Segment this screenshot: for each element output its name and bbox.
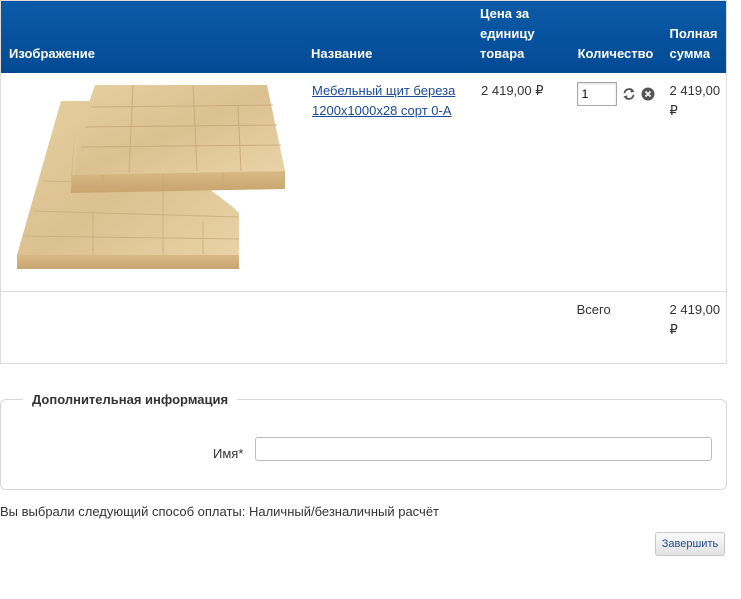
header-quantity: Количество (569, 0, 662, 73)
cart-item-row: Мебельный щит береза 1200х1000х28 сорт 0… (0, 72, 727, 292)
unit-price: 2 419,00 ₽ (481, 82, 544, 98)
name-field-label: Имя* (213, 446, 244, 461)
cart-total-row: Всего 2 419,00 ₽ (1, 291, 727, 363)
item-quantity-cell (569, 72, 662, 292)
item-sum: 2 419,00 ₽ (669, 82, 721, 118)
quantity-controls (576, 81, 662, 106)
name-field[interactable] (255, 437, 712, 461)
total-label: Всего (576, 301, 611, 317)
checkout-page: Изображение Название Цена за единицу тов… (0, 0, 741, 599)
total-value: 2 419,00 ₽ (669, 301, 721, 337)
refresh-icon[interactable] (622, 87, 636, 101)
item-name-cell: Мебельный щит береза 1200х1000х28 сорт 0… (303, 72, 473, 292)
payment-method-text: Вы выбрали следующий способ оплаты: Нали… (0, 504, 439, 519)
header-total: Полная сумма (661, 0, 727, 73)
header-image: Изображение (0, 0, 303, 73)
additional-info-legend: Дополнительная информация (23, 390, 238, 410)
product-name-link[interactable]: Мебельный щит береза 1200х1000х28 сорт 0… (312, 81, 472, 121)
item-price-cell: 2 419,00 ₽ (472, 72, 570, 292)
item-image-cell (0, 72, 303, 292)
cart-table: Изображение Название Цена за единицу тов… (0, 0, 727, 364)
quantity-input[interactable] (576, 81, 617, 106)
cart-header-row: Изображение Название Цена за единицу тов… (0, 0, 727, 73)
item-sum-cell: 2 419,00 ₽ (661, 72, 727, 292)
product-image (13, 81, 303, 291)
remove-icon[interactable] (641, 87, 655, 101)
additional-info-fieldset: Дополнительная информация Имя* (0, 390, 727, 490)
header-name: Название (303, 0, 473, 73)
finish-button[interactable]: Завершить (655, 532, 725, 556)
header-unit-price: Цена за единицу товара (472, 0, 570, 73)
